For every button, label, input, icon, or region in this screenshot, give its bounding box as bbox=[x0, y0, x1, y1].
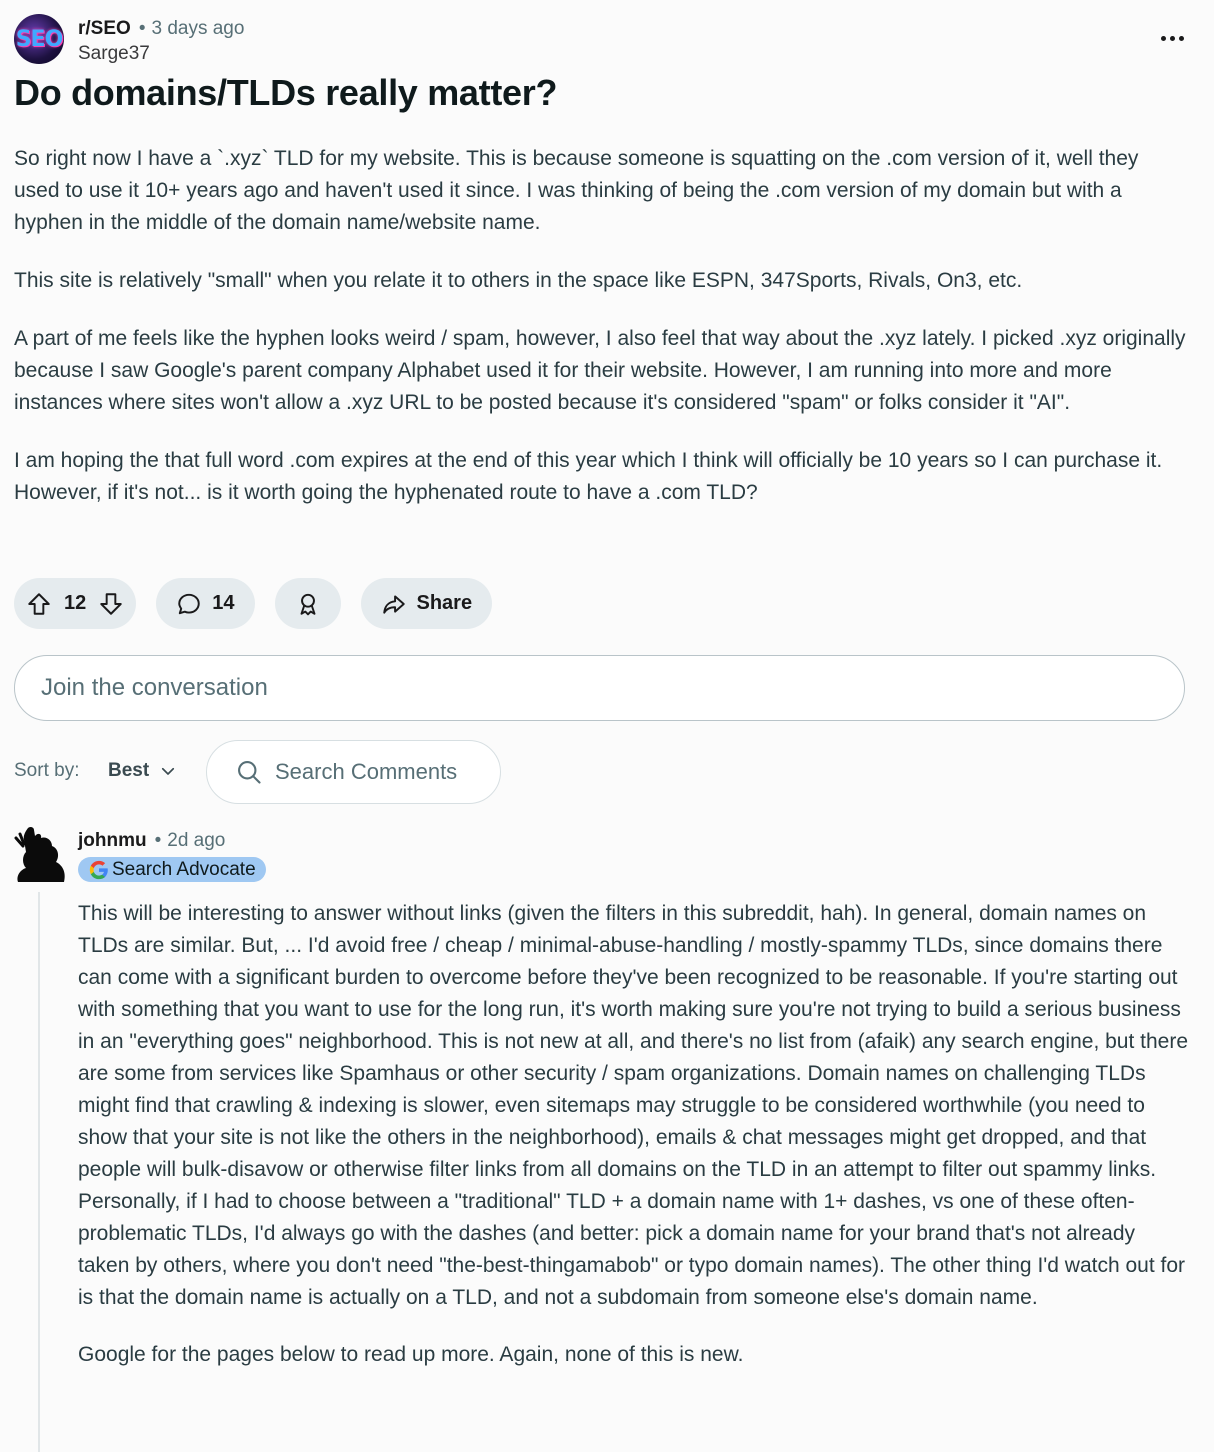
post-paragraph: A part of me feels like the hyphen looks… bbox=[14, 327, 1186, 414]
sort-dropdown[interactable]: Best bbox=[108, 760, 177, 782]
post-body: So right now I have a `.xyz` TLD for my … bbox=[14, 143, 1186, 535]
search-icon bbox=[238, 761, 261, 784]
post-paragraph: So right now I have a `.xyz` TLD for my … bbox=[14, 147, 1139, 234]
subreddit-link[interactable]: r/SEO bbox=[78, 18, 131, 39]
comment-paragraph: This will be interesting to answer witho… bbox=[78, 902, 1189, 1309]
share-icon bbox=[382, 594, 405, 614]
user-flair: Search Advocate bbox=[78, 857, 266, 882]
comment: johnmu • 2d ago Search Advocate This will … bbox=[14, 826, 1200, 1452]
award-button[interactable] bbox=[274, 578, 341, 629]
post-paragraph: This site is relatively "small" when you… bbox=[14, 269, 1023, 292]
join-conversation-input[interactable]: Join the conversation bbox=[14, 655, 1185, 721]
sort-value: Best bbox=[108, 760, 150, 781]
commenter-avatar[interactable] bbox=[14, 826, 68, 882]
upvote-icon[interactable] bbox=[26, 591, 52, 617]
meta-separator: • bbox=[138, 18, 146, 39]
share-label: Share bbox=[416, 592, 473, 614]
post-header: SEO r/SEO • 3 days ago Sarge37 bbox=[14, 14, 1200, 68]
comment-body: This will be interesting to answer witho… bbox=[78, 898, 1188, 1396]
search-comments-input[interactable]: Search Comments bbox=[206, 740, 501, 804]
subreddit-avatar[interactable]: SEO bbox=[14, 14, 64, 64]
comment-time: 2d ago bbox=[167, 830, 226, 851]
meta-separator: • bbox=[154, 830, 162, 851]
share-button[interactable]: Share bbox=[360, 578, 493, 629]
subreddit-avatar-text: SEO bbox=[15, 26, 64, 52]
post-meta: r/SEO • 3 days ago bbox=[78, 18, 244, 40]
comment-toolbar: Sort by: Best Search Comments bbox=[14, 740, 614, 804]
vote-count: 12 bbox=[64, 592, 87, 614]
join-conversation-placeholder: Join the conversation bbox=[41, 674, 268, 701]
post-paragraph: I am hoping the that full word .com expi… bbox=[14, 449, 1163, 504]
sort-label: Sort by: bbox=[14, 760, 80, 781]
thread-line[interactable] bbox=[38, 892, 40, 1452]
vote-control: 12 bbox=[14, 578, 137, 629]
flair-label: Search Advocate bbox=[112, 858, 256, 880]
google-g-icon bbox=[89, 860, 108, 879]
award-icon bbox=[300, 593, 315, 615]
downvote-icon[interactable] bbox=[98, 591, 124, 617]
comment-icon bbox=[178, 593, 200, 614]
comment-paragraph: Google for the pages below to read up mo… bbox=[78, 1343, 744, 1366]
comment-count: 14 bbox=[212, 592, 235, 614]
post-author[interactable]: Sarge37 bbox=[78, 43, 150, 65]
post-actions: 12 14 Share bbox=[14, 578, 493, 629]
post-time: 3 days ago bbox=[151, 18, 245, 39]
comment-meta: johnmu • 2d ago bbox=[78, 830, 225, 852]
post-title[interactable]: Do domains/TLDs really matter? bbox=[14, 72, 557, 114]
comments-button[interactable]: 14 bbox=[156, 578, 255, 629]
more-options-button[interactable] bbox=[1158, 28, 1186, 48]
search-comments-placeholder: Search Comments bbox=[275, 759, 458, 784]
chevron-down-icon bbox=[162, 767, 175, 775]
comment-author[interactable]: johnmu bbox=[78, 830, 147, 851]
